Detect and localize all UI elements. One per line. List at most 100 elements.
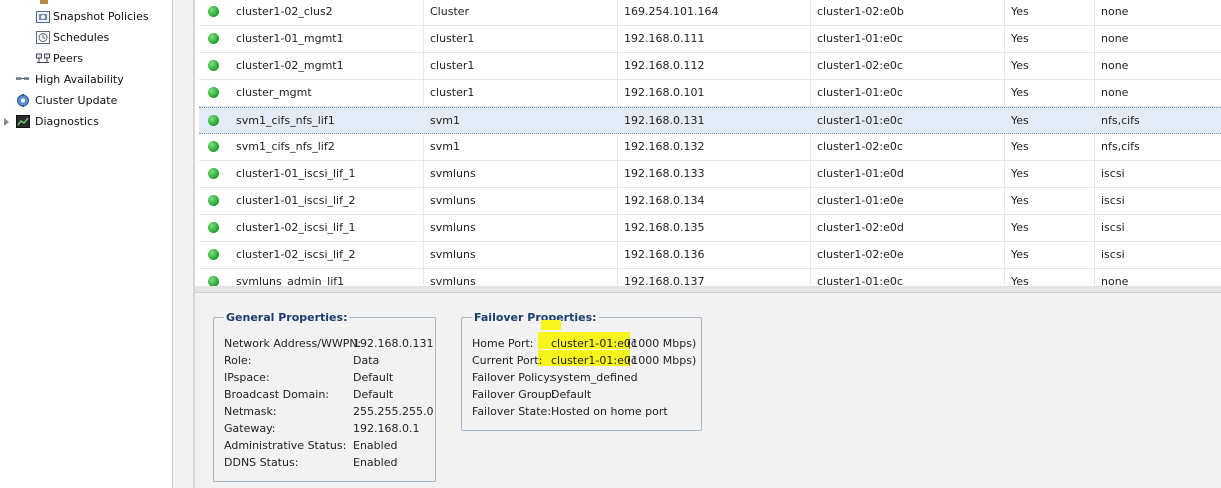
property-label: Failover State: [472,405,552,418]
cell-port: cluster1-02:e0c [817,140,903,153]
cell-home: Yes [1011,5,1029,18]
cell-svm: cluster1 [430,86,475,99]
cell-protocols: iscsi [1101,167,1125,180]
cell-home: Yes [1011,114,1029,127]
cell-name: cluster1-02_iscsi_lif_2 [236,248,356,261]
property-label: Broadcast Domain: [224,388,329,401]
cell-protocols: none [1101,5,1129,18]
cell-svm: svmluns [430,248,476,261]
cell-protocols: none [1101,59,1129,72]
status-online-icon [208,115,219,126]
property-value: Default [551,388,592,401]
cell-port: cluster1-02:e0e [817,248,904,261]
cell-name: cluster1-02_mgmt1 [236,59,344,72]
cell-port: cluster1-01:e0c [817,114,903,127]
cell-address: 192.168.0.132 [624,140,705,153]
table-row[interactable]: svm1_cifs_nfs_lif1 svm1 192.168.0.131 clust… [199,107,1221,134]
cell-protocols: iscsi [1101,248,1125,261]
cell-name: cluster_mgmt [236,86,312,99]
cell-port: cluster1-02:e0d [817,221,904,234]
property-label: Gateway: [224,422,276,435]
sidebar-item-label: High Availability [35,73,124,86]
table-row[interactable]: cluster1-01_iscsi_lif_2 svmluns 192.168.0.… [199,188,1221,215]
table-row[interactable]: cluster1-01_iscsi_lif_1 svmluns 192.168.0.… [199,161,1221,188]
failover-properties-title: Failover Properties: [474,311,597,324]
property-label: Administrative Status: [224,439,347,452]
cell-protocols: nfs,cifs [1101,140,1140,153]
cell-home: Yes [1011,221,1029,234]
cell-port: cluster1-01:e0c [817,32,903,45]
general-properties-title: General Properties: [226,311,348,324]
cell-svm: svmluns [430,194,476,207]
property-value: 255.255.255.0 [353,405,434,418]
property-value: cluster1-01:e0c [551,337,637,350]
cell-svm: cluster1 [430,32,475,45]
sidebar-item-label: Peers [53,52,84,65]
cluster-update-icon [17,94,29,107]
status-online-icon [208,249,219,260]
schedules-icon [36,31,50,44]
navigation-sidebar: Snapshot Policies Schedules Peers High A… [0,0,172,488]
property-value: Enabled [353,439,398,452]
cell-address: 192.168.0.134 [624,194,705,207]
property-label: Role: [224,354,252,367]
table-row[interactable]: cluster1-02_clus2 Cluster 169.254.101.164 c… [199,0,1221,26]
table-row[interactable]: cluster1-01_mgmt1 cluster1 192.168.0.111 cl… [199,26,1221,53]
cell-address: 192.168.0.112 [624,59,705,72]
cell-port: cluster1-02:e0c [817,59,903,72]
property-label: Home Port: [472,337,534,350]
status-online-icon [208,87,219,98]
cell-svm: svmluns [430,167,476,180]
cell-svm: svm1 [430,114,460,127]
cell-port: cluster1-01:e0d [817,167,904,180]
cell-address: 169.254.101.164 [624,5,719,18]
cell-home: Yes [1011,32,1029,45]
cell-name: cluster1-01_iscsi_lif_2 [236,194,356,207]
sidebar-item-diagnostics[interactable]: Diagnostics [0,113,160,131]
cell-home: Yes [1011,59,1029,72]
cell-address: 192.168.0.135 [624,221,705,234]
table-row[interactable]: cluster1-02_mgmt1 cluster1 192.168.0.112 cl… [199,53,1221,80]
highlight-marker [541,320,561,330]
cell-home: Yes [1011,194,1029,207]
cell-name: cluster1-01_mgmt1 [236,32,344,45]
table-row[interactable]: svm1_cifs_nfs_lif2 svm1 192.168.0.132 clust… [199,134,1221,161]
table-scroll-edge [195,286,1221,293]
cell-svm: cluster1 [430,59,475,72]
port-speed: (1000 Mbps) [627,354,697,367]
property-value: Hosted on home port [551,405,668,418]
property-value: system_defined [551,371,638,384]
table-row[interactable]: cluster_mgmt cluster1 192.168.0.101 cluster… [199,80,1221,107]
cell-protocols: none [1101,32,1129,45]
status-online-icon [208,222,219,233]
diagnostics-icon [16,115,30,128]
sidebar-item-label: Cluster Update [35,94,118,107]
property-value: cluster1-01:e0c [551,354,637,367]
property-value: Data [353,354,380,367]
property-value: Enabled [353,456,398,469]
cell-address: 192.168.0.133 [624,167,705,180]
cell-address: 192.168.0.111 [624,32,705,45]
cell-name: cluster1-02_iscsi_lif_1 [236,221,356,234]
expand-arrow-icon[interactable] [4,118,9,126]
snapshot-policies-icon [36,11,50,23]
status-online-icon [208,195,219,206]
property-label: Current Port: [472,354,543,367]
property-value: Default [353,388,394,401]
table-row[interactable]: cluster1-02_iscsi_lif_1 svmluns 192.168.0.… [199,215,1221,242]
cell-svm: Cluster [430,5,470,18]
cell-svm: svmluns [430,221,476,234]
cell-address: 192.168.0.136 [624,248,705,261]
table-row[interactable]: cluster1-02_iscsi_lif_2 svmluns 192.168.0.… [199,242,1221,269]
sidebar-item-label: Diagnostics [35,115,99,128]
property-label: DDNS Status: [224,456,299,469]
cell-port: cluster1-02:e0b [817,5,904,18]
interface-details-panel: General Properties: Network Address/WWPN… [195,293,1221,488]
cell-name: cluster1-02_clus2 [236,5,333,18]
high-availability-icon [16,77,30,80]
cell-port: cluster1-01:e0c [817,86,903,99]
property-label: IPspace: [224,371,270,384]
cell-name: cluster1-01_iscsi_lif_1 [236,167,356,180]
cell-home: Yes [1011,167,1029,180]
status-online-icon [208,141,219,152]
